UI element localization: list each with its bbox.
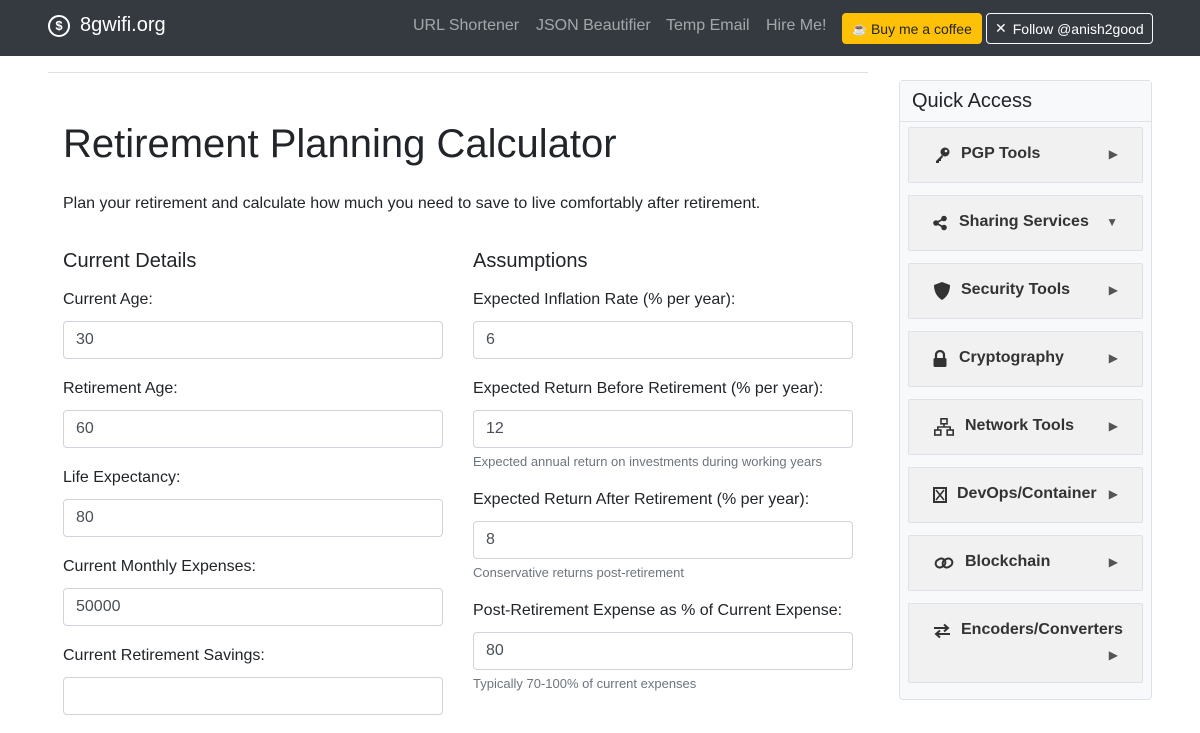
expand-arrow-icon: ▶ bbox=[1108, 419, 1118, 433]
expense-pct-help: Typically 70-100% of current expenses bbox=[473, 676, 697, 691]
sidebar-item-label: Security Tools bbox=[961, 281, 1071, 298]
quick-access-title: Quick Access bbox=[900, 81, 1151, 122]
sidebar-item-label: Cryptography bbox=[959, 349, 1064, 366]
sidebar-item-pgp-tools[interactable]: PGP Tools ▶ bbox=[908, 127, 1143, 183]
expense-pct-label: Post-Retirement Expense as % of Current … bbox=[473, 602, 843, 619]
top-navbar: $ 8gwifi.org URL Shortener JSON Beautifi… bbox=[0, 0, 1200, 56]
network-icon bbox=[933, 418, 955, 436]
savings-input[interactable] bbox=[63, 677, 443, 715]
retirement-age-label: Retirement Age: bbox=[63, 380, 178, 397]
monthly-expenses-group: Current Monthly Expenses: 50000 bbox=[63, 555, 443, 626]
sidebar-item-label: Encoders/Converters bbox=[961, 621, 1123, 638]
buy-coffee-label: Buy me a coffee bbox=[870, 20, 972, 37]
inflation-input[interactable]: 6 bbox=[473, 321, 853, 359]
sidebar-item-label: Sharing Services bbox=[959, 213, 1089, 230]
retirement-age-group: Retirement Age: 60 bbox=[63, 377, 443, 448]
sidebar-item-label: PGP Tools bbox=[961, 145, 1041, 162]
return-after-group: Expected Return After Retirement (% per … bbox=[473, 488, 853, 581]
sidebar-item-label: DevOps/Container bbox=[957, 485, 1097, 502]
page-title: Retirement Planning Calculator bbox=[63, 122, 617, 166]
container-icon bbox=[931, 486, 949, 504]
expand-arrow-icon: ▶ bbox=[1108, 487, 1118, 501]
expense-pct-input[interactable]: 80 bbox=[473, 632, 853, 670]
nav-link-url-shortener[interactable]: URL Shortener bbox=[413, 17, 519, 35]
exchange-icon bbox=[933, 622, 951, 640]
monthly-expenses-input[interactable]: 50000 bbox=[63, 588, 443, 626]
nav-link-json-beautifier[interactable]: JSON Beautifier bbox=[536, 17, 651, 35]
buy-coffee-button[interactable]: ☕ Buy me a coffee bbox=[842, 13, 982, 44]
sidebar-item-cryptography[interactable]: Cryptography ▶ bbox=[908, 331, 1143, 387]
expand-arrow-icon: ▶ bbox=[1108, 351, 1118, 365]
brand-logo-icon: $ bbox=[48, 14, 70, 37]
expense-pct-group: Post-Retirement Expense as % of Current … bbox=[473, 599, 853, 692]
sidebar-item-blockchain[interactable]: Blockchain ▶ bbox=[908, 535, 1143, 591]
expand-arrow-icon: ▶ bbox=[1108, 283, 1118, 297]
sidebar-item-devops-container[interactable]: DevOps/Container ▶ bbox=[908, 467, 1143, 523]
assumptions-section: Assumptions Expected Inflation Rate (% p… bbox=[473, 248, 853, 710]
nav-link-temp-email[interactable]: Temp Email bbox=[666, 17, 750, 35]
coffee-icon: ☕ bbox=[852, 21, 867, 36]
shield-icon bbox=[933, 282, 951, 300]
current-details-section: Current Details Current Age: 30 Retireme… bbox=[63, 248, 443, 733]
share-icon bbox=[931, 214, 949, 232]
return-before-group: Expected Return Before Retirement (% per… bbox=[473, 377, 853, 470]
key-icon bbox=[933, 146, 951, 164]
brand-name: 8gwifi.org bbox=[80, 14, 166, 36]
return-before-input[interactable]: 12 bbox=[473, 410, 853, 448]
monthly-expenses-label: Current Monthly Expenses: bbox=[63, 558, 256, 575]
life-expectancy-group: Life Expectancy: 80 bbox=[63, 466, 443, 537]
expand-arrow-icon: ▶ bbox=[1108, 648, 1118, 662]
x-logo-icon: ✕ bbox=[995, 20, 1007, 36]
savings-label: Current Retirement Savings: bbox=[63, 647, 265, 664]
current-age-label: Current Age: bbox=[63, 291, 153, 308]
lock-icon bbox=[931, 350, 949, 368]
brand-link[interactable]: $ 8gwifi.org bbox=[48, 14, 166, 37]
sidebar-item-label: Blockchain bbox=[965, 553, 1051, 570]
collapse-arrow-icon: ▼ bbox=[1106, 215, 1118, 229]
page-description: Plan your retirement and calculate how m… bbox=[63, 195, 761, 212]
retirement-age-input[interactable]: 60 bbox=[63, 410, 443, 448]
sidebar-item-security-tools[interactable]: Security Tools ▶ bbox=[908, 263, 1143, 319]
link-icon bbox=[933, 554, 955, 572]
sidebar-item-label: Network Tools bbox=[965, 417, 1075, 434]
assumptions-heading: Assumptions bbox=[473, 250, 588, 272]
follow-button[interactable]: ✕ Follow @anish2good bbox=[986, 13, 1153, 44]
nav-link-hire-me[interactable]: Hire Me! bbox=[766, 17, 826, 35]
life-expectancy-label: Life Expectancy: bbox=[63, 469, 181, 486]
current-details-heading: Current Details bbox=[63, 250, 197, 272]
return-after-help: Conservative returns post-retirement bbox=[473, 565, 684, 580]
return-before-help: Expected annual return on investments du… bbox=[473, 454, 823, 469]
savings-group: Current Retirement Savings: bbox=[63, 644, 443, 715]
sidebar-item-encoders-converters[interactable]: Encoders/Converters ▶ bbox=[908, 603, 1143, 683]
expand-arrow-icon: ▶ bbox=[1108, 147, 1118, 161]
life-expectancy-input[interactable]: 80 bbox=[63, 499, 443, 537]
expand-arrow-icon: ▶ bbox=[1108, 555, 1118, 569]
return-after-input[interactable]: 8 bbox=[473, 521, 853, 559]
sidebar-item-sharing-services[interactable]: Sharing Services ▼ bbox=[908, 195, 1143, 251]
inflation-label: Expected Inflation Rate (% per year): bbox=[473, 291, 736, 308]
return-before-label: Expected Return Before Retirement (% per… bbox=[473, 380, 824, 397]
return-after-label: Expected Return After Retirement (% per … bbox=[473, 491, 810, 508]
inflation-group: Expected Inflation Rate (% per year): 6 bbox=[473, 288, 853, 359]
follow-label: Follow @anish2good bbox=[1012, 20, 1144, 37]
current-age-input[interactable]: 30 bbox=[63, 321, 443, 359]
divider bbox=[48, 72, 868, 73]
quick-access-panel: Quick Access PGP Tools ▶ Sharing Service… bbox=[899, 80, 1152, 700]
sidebar-item-network-tools[interactable]: Network Tools ▶ bbox=[908, 399, 1143, 455]
current-age-group: Current Age: 30 bbox=[63, 288, 443, 359]
